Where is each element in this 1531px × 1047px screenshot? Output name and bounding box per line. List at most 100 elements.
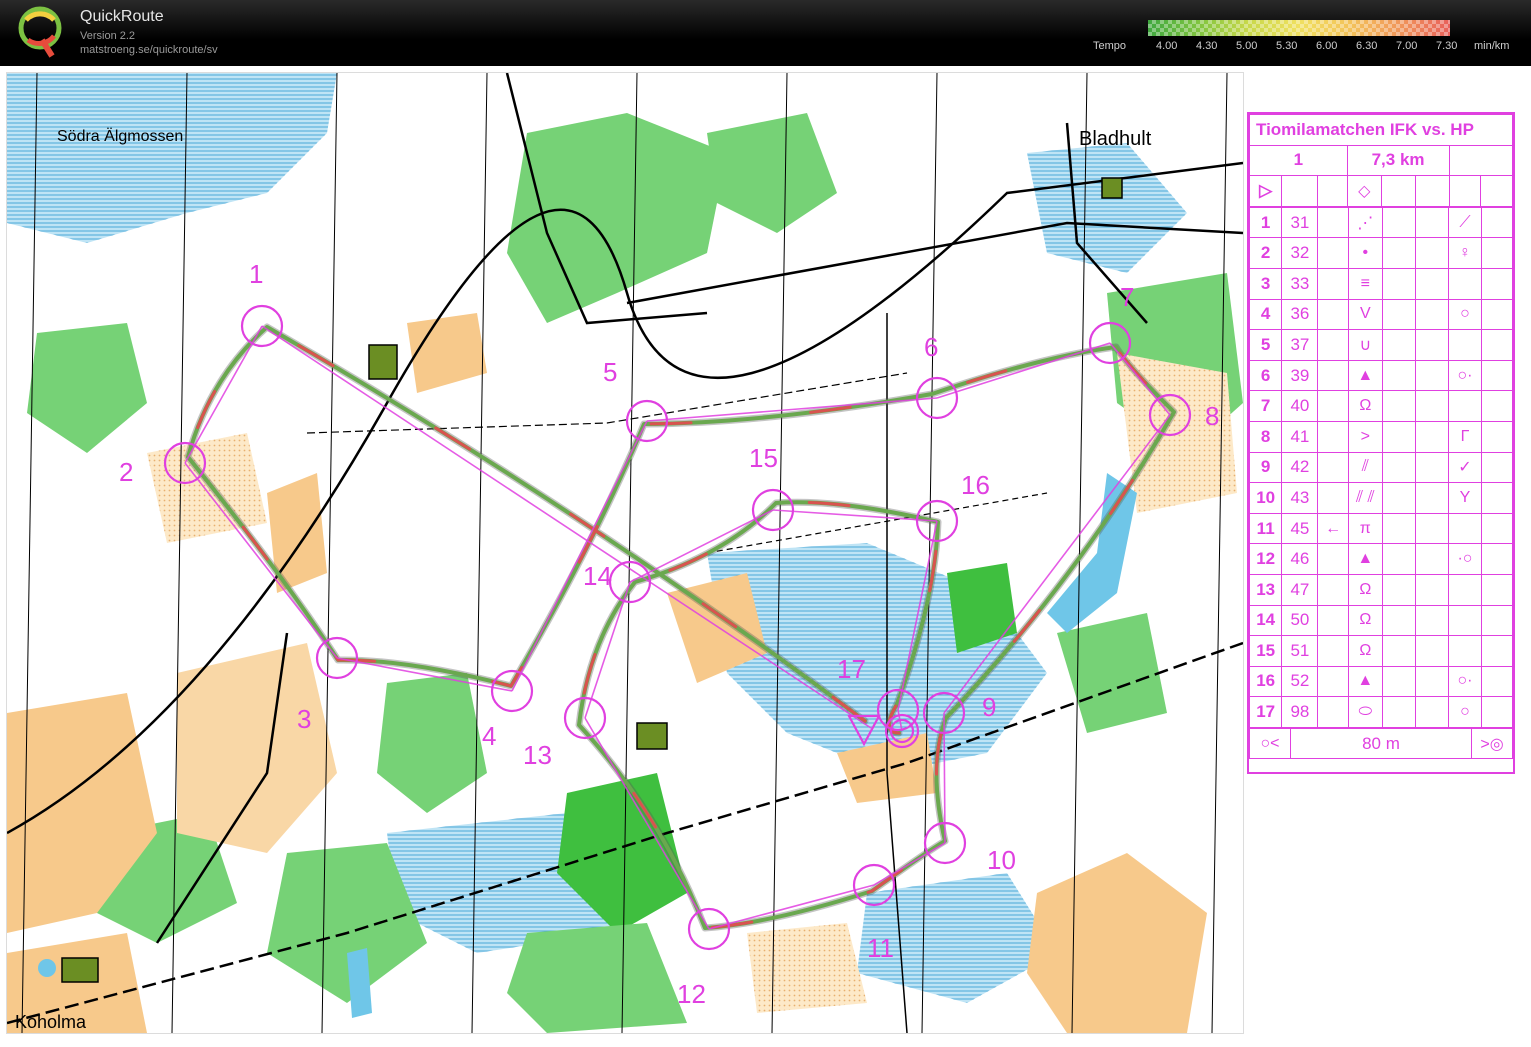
- tempo-tick: 5.00: [1236, 40, 1258, 52]
- control-location-icon: ♀: [1448, 237, 1482, 269]
- control-description-row: 13 47 Ω: [1248, 573, 1514, 606]
- control-location-icon: ✓: [1448, 451, 1482, 484]
- control-dimensions: [1415, 543, 1450, 575]
- control-code: 36: [1281, 298, 1319, 331]
- control-location-icon: ○: [1448, 298, 1482, 331]
- start-feature-icon: ◇: [1346, 175, 1382, 207]
- control-other: [1480, 420, 1514, 453]
- control-number: 13: [523, 740, 552, 770]
- control-code: 43: [1281, 482, 1319, 514]
- finish-circle-icon: >◎: [1471, 727, 1513, 760]
- control-dimensions: [1415, 420, 1450, 453]
- control-feature-icon: •: [1347, 237, 1383, 269]
- control-which-feature: [1317, 665, 1349, 698]
- control-description-row: 5 37 ∪: [1248, 329, 1514, 361]
- tempo-tick: 7.30: [1436, 40, 1458, 52]
- control-location-icon: [1448, 604, 1482, 637]
- course-length: 7,3 km: [1346, 144, 1450, 177]
- orienteering-map[interactable]: 1 2 3 4 5 6 7 8 9 10 11 12 13 14 15 16 17 Södra Älgmosse…: [6, 72, 1244, 1034]
- control-feature-icon: Ω: [1347, 573, 1383, 606]
- place-label-bladhult: Bladhult: [1079, 128, 1152, 150]
- control-location-icon: ·○: [1448, 543, 1482, 575]
- control-seq-number: 13: [1248, 573, 1283, 606]
- control-appearance: [1381, 635, 1417, 667]
- tempo-tick: 6.30: [1356, 40, 1378, 52]
- control-number: 7: [1120, 282, 1134, 312]
- control-appearance: [1381, 390, 1417, 422]
- control-which-feature: ←: [1317, 512, 1349, 545]
- control-appearance: [1381, 420, 1417, 453]
- start-triangle-icon: ▷: [1248, 175, 1283, 207]
- control-appearance: [1381, 267, 1417, 300]
- control-which-feature: [1317, 206, 1349, 239]
- control-location-icon: [1448, 267, 1482, 300]
- control-number: 12: [677, 979, 706, 1009]
- control-location-icon: Y: [1448, 482, 1482, 514]
- tempo-color-scale: [1148, 20, 1450, 36]
- control-location-icon: [1448, 390, 1482, 422]
- control-dimensions: [1415, 390, 1450, 422]
- control-location-icon: ○·: [1448, 665, 1482, 698]
- control-description-row: 2 32 • ♀: [1248, 237, 1514, 269]
- control-feature-icon: ▲: [1347, 543, 1383, 575]
- app-url: matstroeng.se/quickroute/sv: [80, 44, 218, 56]
- control-location-icon: Γ: [1448, 420, 1482, 453]
- control-which-feature: [1317, 573, 1349, 606]
- control-feature-icon: ⋰: [1347, 206, 1383, 239]
- control-dimensions: [1415, 237, 1450, 269]
- control-code: 41: [1281, 420, 1319, 453]
- control-appearance: [1381, 665, 1417, 698]
- control-number: 4: [482, 721, 496, 751]
- control-description-row: 14 50 Ω: [1248, 604, 1514, 637]
- control-code: 33: [1281, 267, 1319, 300]
- control-seq-number: 4: [1248, 298, 1283, 331]
- control-description-row: 6 39 ▲ ○·: [1248, 359, 1514, 392]
- control-seq-number: 9: [1248, 451, 1283, 484]
- control-seq-number: 1: [1248, 206, 1283, 239]
- control-dimensions: [1415, 451, 1450, 484]
- app-version: Version 2.2: [80, 30, 136, 42]
- tempo-tick: 7.00: [1396, 40, 1418, 52]
- control-other: [1480, 696, 1514, 728]
- control-description-row: 12 46 ▲ ·○: [1248, 543, 1514, 575]
- finish-distance: 80 m: [1290, 727, 1472, 760]
- control-dimensions: [1415, 267, 1450, 300]
- control-number: 11: [867, 933, 894, 963]
- control-which-feature: [1317, 482, 1349, 514]
- map-canvas[interactable]: 1234567891011121314151617 Södra Älgmosse…: [7, 73, 1243, 1033]
- control-number: 3: [297, 704, 311, 734]
- control-appearance: [1381, 696, 1417, 728]
- control-other: [1480, 635, 1514, 667]
- control-code: 45: [1281, 512, 1319, 545]
- control-description-sheet: Tiomilamatchen IFK vs. HP 1 7,3 km ▷ ◇ 1…: [1247, 112, 1515, 774]
- control-other: [1480, 512, 1514, 545]
- control-feature-icon: ⫽ ⫽: [1347, 482, 1383, 514]
- control-which-feature: [1317, 237, 1349, 269]
- control-appearance: [1381, 543, 1417, 575]
- control-location-icon: [1448, 512, 1482, 545]
- course-title: Tiomilamatchen IFK vs. HP: [1249, 114, 1513, 146]
- control-seq-number: 2: [1248, 237, 1283, 269]
- control-feature-icon: ≡: [1347, 267, 1383, 300]
- control-dimensions: [1415, 696, 1450, 728]
- control-description-row: 10 43 ⫽ ⫽ Y: [1248, 482, 1514, 514]
- tempo-tick: 4.00: [1156, 40, 1178, 52]
- control-other: [1480, 451, 1514, 484]
- control-location-icon: ⟋: [1448, 206, 1482, 239]
- control-code: 46: [1281, 543, 1319, 575]
- control-feature-icon: Ω: [1347, 604, 1383, 637]
- control-other: [1480, 390, 1514, 422]
- control-location-icon: [1448, 573, 1482, 606]
- control-code: 31: [1281, 206, 1319, 239]
- control-seq-number: 3: [1248, 267, 1283, 300]
- control-appearance: [1381, 329, 1417, 361]
- control-appearance: [1381, 237, 1417, 269]
- control-rows: 1 31 ⋰ ⟋ 2 32 • ♀ 3 33 ≡ 4 36 V ○ 5 37 ∪ 6 39 ▲ ○· 7 40 Ω 8 41 > Γ 9 4…: [1248, 206, 1514, 728]
- tempo-tick: 6.00: [1316, 40, 1338, 52]
- control-number: 15: [749, 443, 778, 473]
- tempo-tick: 5.30: [1276, 40, 1298, 52]
- control-which-feature: [1317, 451, 1349, 484]
- control-feature-icon: Ω: [1347, 390, 1383, 422]
- control-number: 9: [982, 692, 996, 722]
- control-appearance: [1381, 573, 1417, 606]
